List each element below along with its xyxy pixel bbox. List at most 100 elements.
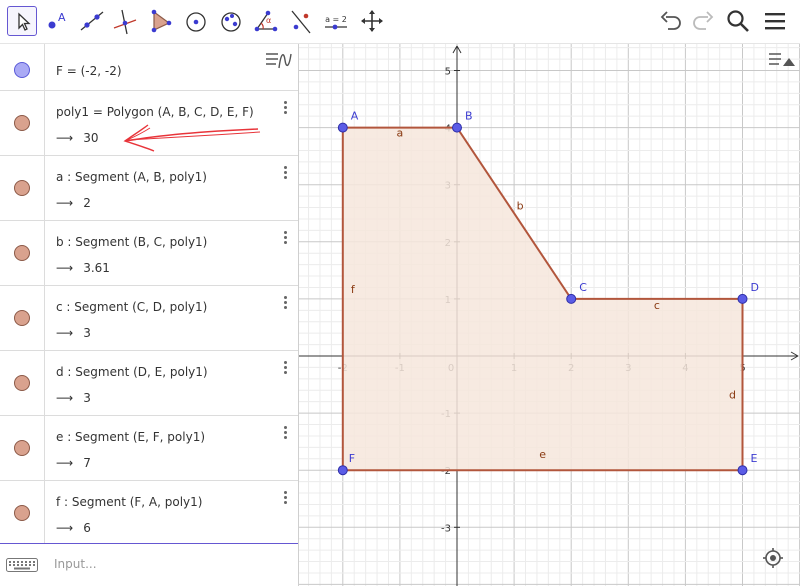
more-options-icon[interactable]	[284, 361, 288, 375]
undo-icon[interactable]	[658, 8, 684, 34]
segment-label-a: a	[397, 127, 404, 140]
marble-column	[0, 351, 45, 415]
perpendicular-line-tool-icon[interactable]	[110, 6, 140, 36]
visibility-toggle[interactable]	[14, 245, 30, 261]
algebra-row-segment-e[interactable]: e : Segment (E, F, poly1) ⟶ 7	[0, 416, 298, 481]
point-tool-label: A	[58, 11, 66, 24]
move-tool-icon[interactable]	[7, 6, 37, 36]
point-C[interactable]	[566, 293, 577, 304]
y-tick-label: -3	[441, 523, 451, 534]
algebra-definition: d : Segment (D, E, poly1)	[56, 365, 208, 379]
graphics-view[interactable]: -2-101234554321-1-2-3 abcdef ABCDEF	[299, 44, 800, 586]
point-A[interactable]	[337, 122, 348, 133]
algebra-definition: c : Segment (C, D, poly1)	[56, 300, 208, 314]
graphics-style-bar-icon[interactable]	[767, 50, 795, 72]
search-icon[interactable]	[725, 8, 751, 34]
algebra-row-segment-b[interactable]: b : Segment (B, C, poly1) ⟶ 3.61	[0, 221, 298, 286]
keyboard-icon[interactable]	[6, 558, 38, 572]
locate-home-icon[interactable]	[761, 546, 785, 570]
arrow-glyph: ⟶	[56, 521, 74, 535]
more-options-icon[interactable]	[284, 491, 288, 505]
algebra-definition: b : Segment (B, C, poly1)	[56, 235, 208, 249]
algebra-value: ⟶ 2	[56, 196, 91, 210]
line-tool-icon[interactable]	[77, 6, 107, 36]
angle-tool-label: α	[266, 16, 272, 25]
more-options-icon[interactable]	[284, 426, 288, 440]
algebra-row-segment-f[interactable]: f : Segment (F, A, poly1) ⟶ 6	[0, 481, 298, 543]
algebra-definition: poly1 = Polygon (A, B, C, D, E, F)	[56, 105, 254, 119]
reflect-tool-icon[interactable]	[286, 6, 316, 36]
polygon-poly1[interactable]	[341, 126, 744, 472]
algebra-row-segment-a[interactable]: a : Segment (A, B, poly1) ⟶ 2	[0, 156, 298, 221]
input-placeholder: Input...	[54, 557, 97, 571]
visibility-toggle[interactable]	[14, 180, 30, 196]
length-value: 3.61	[83, 261, 110, 275]
point-label-A: A	[351, 110, 359, 123]
length-value: 3	[83, 326, 91, 340]
visibility-toggle[interactable]	[14, 310, 30, 326]
point-label-E: E	[751, 452, 758, 465]
graphics-canvas[interactable]: -2-101234554321-1-2-3 abcdef ABCDEF	[299, 44, 800, 586]
segment-label-d: d	[729, 389, 736, 402]
algebra-value: ⟶ 3	[56, 391, 91, 405]
marble-column	[0, 286, 45, 350]
algebra-definition: a : Segment (A, B, poly1)	[56, 170, 207, 184]
algebra-row-segment-c[interactable]: c : Segment (C, D, poly1) ⟶ 3	[0, 286, 298, 351]
visibility-toggle[interactable]	[14, 375, 30, 391]
visibility-toggle[interactable]	[14, 505, 30, 521]
marble-column	[0, 416, 45, 480]
y-tick-label: 5	[445, 67, 451, 78]
redo-icon[interactable]	[690, 8, 716, 34]
algebra-definition: F = (-2, -2)	[56, 64, 122, 78]
polygon-tool-icon[interactable]	[145, 6, 175, 36]
point-tool-icon[interactable]: A	[43, 6, 73, 36]
more-options-icon[interactable]	[284, 101, 288, 115]
arrow-glyph: ⟶	[56, 131, 74, 145]
point-D[interactable]	[737, 293, 748, 304]
algebra-input-bar[interactable]: Input...	[0, 543, 298, 586]
visibility-toggle[interactable]	[14, 62, 30, 78]
more-options-icon[interactable]	[284, 166, 288, 180]
marble-column	[0, 481, 45, 543]
visibility-toggle[interactable]	[14, 115, 30, 131]
algebra-value: ⟶ 6	[56, 521, 91, 535]
algebra-row-point-f[interactable]: F = (-2, -2)	[0, 44, 298, 91]
algebra-view: F = (-2, -2) poly1 = Polygon (A, B, C, D…	[0, 44, 299, 586]
algebra-value: ⟶ 3	[56, 326, 91, 340]
circle-tool-icon[interactable]	[181, 6, 211, 36]
arrow-glyph: ⟶	[56, 391, 74, 405]
length-value: 2	[83, 196, 91, 210]
marble-column	[0, 44, 45, 90]
point-F[interactable]	[337, 465, 348, 476]
marble-column	[0, 91, 45, 155]
point-label-C: C	[579, 281, 587, 294]
algebra-definition: e : Segment (E, F, poly1)	[56, 430, 206, 444]
angle-tool-icon[interactable]: α	[251, 6, 281, 36]
algebra-row-poly1[interactable]: poly1 = Polygon (A, B, C, D, E, F) ⟶ 30	[0, 91, 298, 156]
arrow-glyph: ⟶	[56, 196, 74, 210]
segment-label-c: c	[654, 299, 660, 312]
arrow-glyph: ⟶	[56, 261, 74, 275]
move-graphics-view-tool-icon[interactable]	[357, 6, 387, 36]
point-label-D: D	[751, 281, 759, 294]
marble-column	[0, 156, 45, 220]
more-options-icon[interactable]	[284, 231, 288, 245]
point-label-F: F	[349, 452, 355, 465]
slider-tool-icon[interactable]: a = 2	[321, 6, 351, 36]
point-E[interactable]	[737, 465, 748, 476]
point-B[interactable]	[452, 122, 462, 133]
algebra-value: ⟶ 7	[56, 456, 91, 470]
segment-label-b: b	[517, 199, 524, 212]
algebra-value: ⟶ 3.61	[56, 261, 110, 275]
menu-icon[interactable]	[762, 8, 788, 34]
marble-column	[0, 221, 45, 285]
algebra-value: ⟶ 30	[56, 131, 98, 145]
conic-tool-icon[interactable]	[216, 6, 246, 36]
visibility-toggle[interactable]	[14, 440, 30, 456]
algebra-row-segment-d[interactable]: d : Segment (D, E, poly1) ⟶ 3	[0, 351, 298, 416]
area-value: 30	[83, 131, 99, 145]
algebra-style-bar-icon[interactable]	[264, 50, 292, 72]
arrow-glyph: ⟶	[56, 326, 74, 340]
algebra-definition: f : Segment (F, A, poly1)	[56, 495, 203, 509]
more-options-icon[interactable]	[284, 296, 288, 310]
